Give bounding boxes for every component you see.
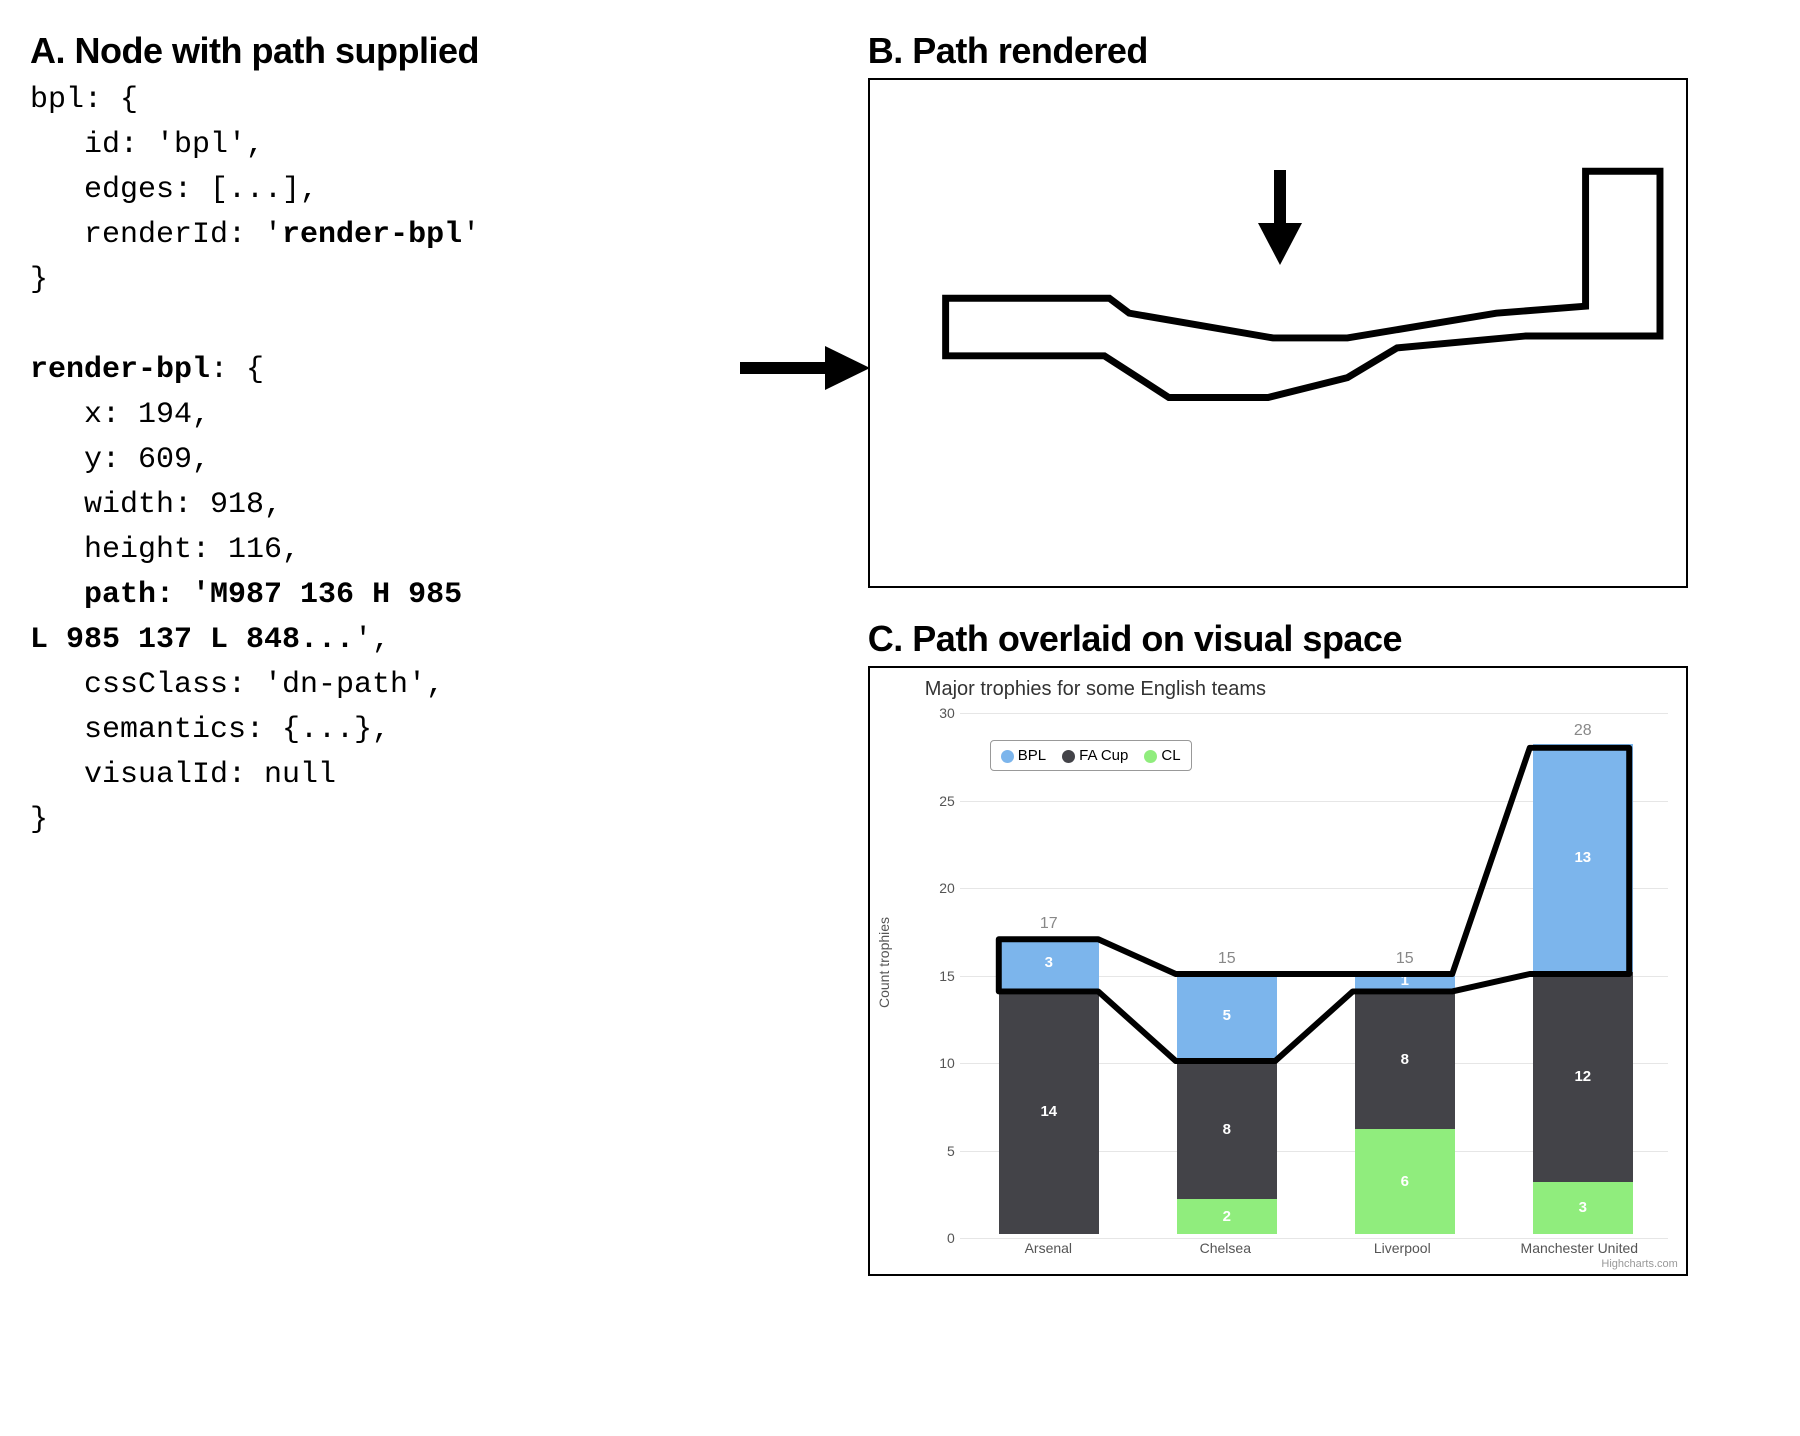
x-tick-label: Liverpool: [1314, 1240, 1491, 1256]
bar-total-label: 15: [1177, 950, 1277, 968]
bar-segment: 8: [1355, 989, 1455, 1129]
bar-segment: 8: [1177, 1059, 1277, 1199]
bar-segment: 3: [999, 937, 1099, 990]
x-axis: ArsenalChelseaLiverpoolManchester United: [960, 1240, 1668, 1256]
arrow-down-icon: [1250, 170, 1800, 676]
rendered-path-box: [868, 78, 1688, 588]
panel-b-heading: B. Path rendered: [868, 30, 1770, 72]
panel-a-heading: A. Node with path supplied: [30, 30, 828, 72]
plot-area: 01431728515681153121328: [960, 713, 1668, 1234]
bar-total-label: 17: [999, 915, 1099, 933]
panel-b-render: B. Path rendered: [848, 30, 1770, 588]
bar-segment: 5: [1177, 972, 1277, 1060]
bar-total-label: 28: [1533, 722, 1633, 740]
bar-segment: 12: [1533, 972, 1633, 1182]
bar-segment: 1: [1355, 972, 1455, 990]
chart-container: Major trophies for some English teams Co…: [868, 666, 1688, 1276]
bar-segment: 2: [1177, 1199, 1277, 1234]
code-block: bpl: { id: 'bpl', edges: [...], renderId…: [30, 78, 828, 843]
y-axis-label: Count trophies: [876, 917, 892, 1008]
bar-total-label: 15: [1355, 950, 1455, 968]
x-tick-label: Arsenal: [960, 1240, 1137, 1256]
chart-credit: Highcharts.com: [1601, 1258, 1677, 1270]
x-tick-label: Chelsea: [1137, 1240, 1314, 1256]
x-tick-label: Manchester United: [1491, 1240, 1668, 1256]
bar-segment: 3: [1533, 1182, 1633, 1235]
bar-segment: 6: [1355, 1129, 1455, 1234]
chart-title: Major trophies for some English teams: [925, 678, 1266, 701]
panel-a-code: A. Node with path supplied bpl: { id: 'b…: [30, 30, 848, 1276]
panel-c-chart: C. Path overlaid on visual space Major t…: [848, 618, 1770, 1276]
bar-segment: 14: [999, 989, 1099, 1234]
bar-segment: 13: [1533, 744, 1633, 972]
